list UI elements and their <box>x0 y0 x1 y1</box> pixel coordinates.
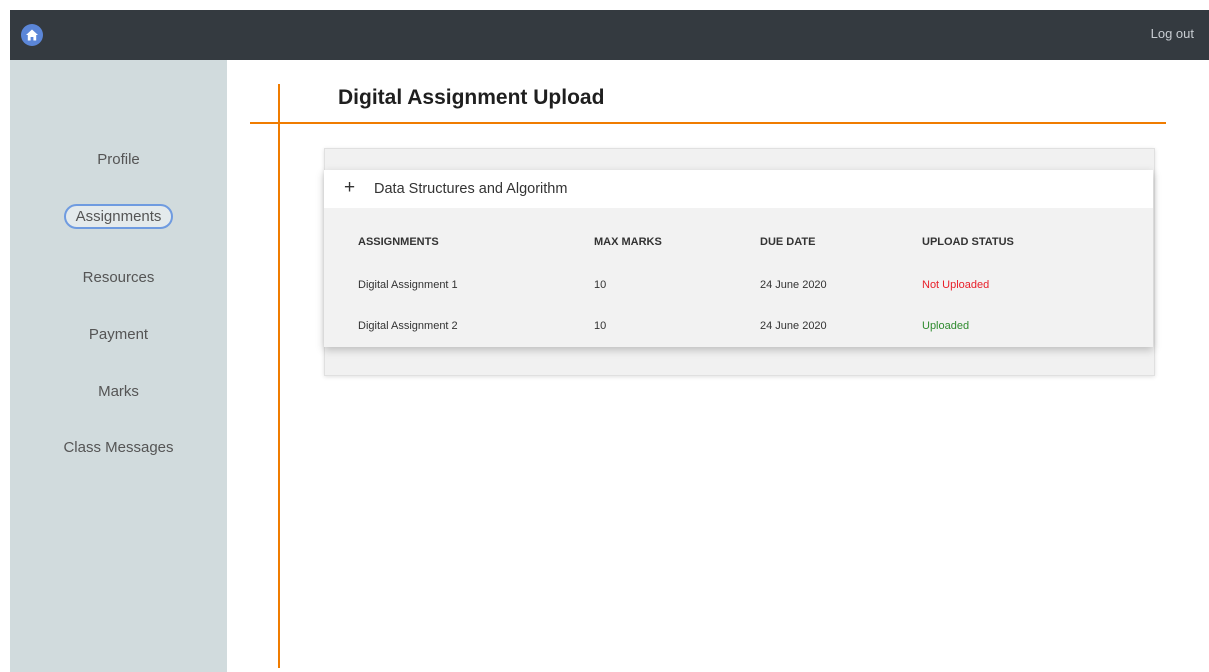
sidebar-item-label: Marks <box>98 383 139 400</box>
assignment-name[interactable]: Digital Assignment 2 <box>358 320 458 332</box>
course-accordion: + Data Structures and Algorithm ASSIGNME… <box>324 170 1153 347</box>
logout-link[interactable]: Log out <box>1151 26 1194 41</box>
sidebar-item-label: Class Messages <box>63 439 174 456</box>
column-header-assignments: ASSIGNMENTS <box>358 236 439 248</box>
assignment-name[interactable]: Digital Assignment 1 <box>358 279 458 291</box>
upload-status-badge: Not Uploaded <box>922 279 990 291</box>
page-title: Digital Assignment Upload <box>338 86 605 109</box>
top-bar: Log out <box>10 10 1209 60</box>
sidebar-item-assignments[interactable]: Assignments <box>10 204 227 229</box>
column-header-max-marks: MAX MARKS <box>594 236 662 248</box>
sidebar-item-label: Resources <box>82 269 155 286</box>
accent-vertical-divider <box>278 84 280 668</box>
column-header-upload-status: UPLOAD STATUS <box>922 236 1014 248</box>
sidebar-item-class-messages[interactable]: Class Messages <box>10 436 227 459</box>
sidebar-item-payment[interactable]: Payment <box>10 323 227 346</box>
course-name: Data Structures and Algorithm <box>374 181 568 197</box>
column-header-due-date: DUE DATE <box>760 236 816 248</box>
sidebar-item-label: Assignments <box>63 204 174 229</box>
home-button[interactable] <box>21 24 43 46</box>
max-marks-value: 10 <box>594 279 607 291</box>
accent-horizontal-divider <box>250 122 1166 124</box>
sidebar-item-label: Profile <box>97 151 140 168</box>
due-date-value: 24 June 2020 <box>760 320 827 332</box>
plus-icon[interactable]: + <box>344 177 355 199</box>
sidebar-item-label: Payment <box>88 326 149 343</box>
sidebar-item-marks[interactable]: Marks <box>10 380 227 403</box>
accordion-header[interactable]: + Data Structures and Algorithm <box>324 170 1153 208</box>
sidebar-item-resources[interactable]: Resources <box>10 266 227 289</box>
due-date-value: 24 June 2020 <box>760 279 827 291</box>
sidebar-item-profile[interactable]: Profile <box>10 148 227 171</box>
home-icon <box>26 29 38 41</box>
sidebar: Profile Assignments Resources Payment Ma… <box>10 60 227 672</box>
upload-status-badge: Uploaded <box>922 320 970 332</box>
max-marks-value: 10 <box>594 320 607 332</box>
